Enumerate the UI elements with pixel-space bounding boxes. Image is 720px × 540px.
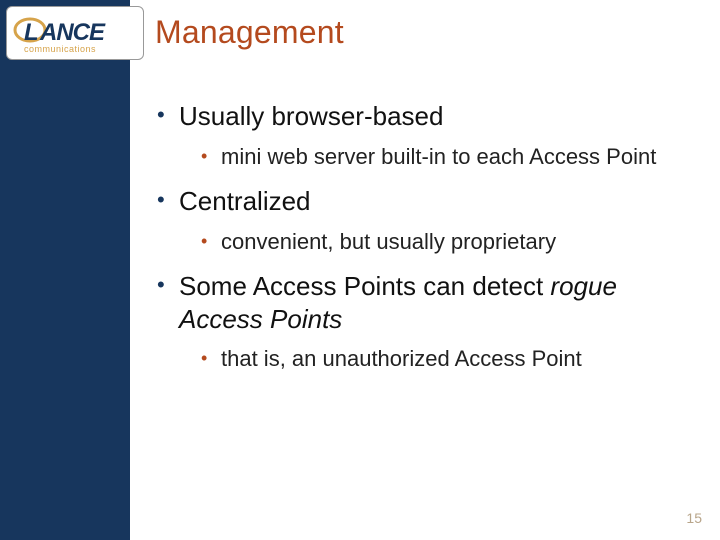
svg-text:ANCE: ANCE xyxy=(39,19,106,46)
bullet-text: mini web server built-in to each Access … xyxy=(221,144,656,169)
lance-logo-icon: L ANCE communications xyxy=(10,10,140,58)
bullet-level1: Centralized convenient, but usually prop… xyxy=(155,185,695,256)
logo: L ANCE communications xyxy=(6,6,144,60)
bullet-level2: mini web server built-in to each Access … xyxy=(199,143,695,172)
bullet-level1: Some Access Points can detect rogue Acce… xyxy=(155,270,695,374)
bullet-level2: convenient, but usually proprietary xyxy=(199,228,695,257)
bullet-text: Some Access Points can detect xyxy=(179,271,550,301)
bullet-text: Usually browser-based xyxy=(179,101,443,131)
bullet-text: that is, an unauthorized Access Point xyxy=(221,346,582,371)
page-number: 15 xyxy=(686,510,702,526)
slide-title: Management xyxy=(155,14,344,51)
sidebar-band xyxy=(0,0,130,540)
bullet-level2: that is, an unauthorized Access Point xyxy=(199,345,695,374)
svg-text:communications: communications xyxy=(24,44,96,54)
slide: L ANCE communications Management Usually… xyxy=(0,0,720,540)
svg-text:L: L xyxy=(24,19,39,46)
bullet-text: Centralized xyxy=(179,186,311,216)
bullet-level1: Usually browser-based mini web server bu… xyxy=(155,100,695,171)
bullet-text: convenient, but usually proprietary xyxy=(221,229,556,254)
slide-body: Usually browser-based mini web server bu… xyxy=(155,100,695,388)
